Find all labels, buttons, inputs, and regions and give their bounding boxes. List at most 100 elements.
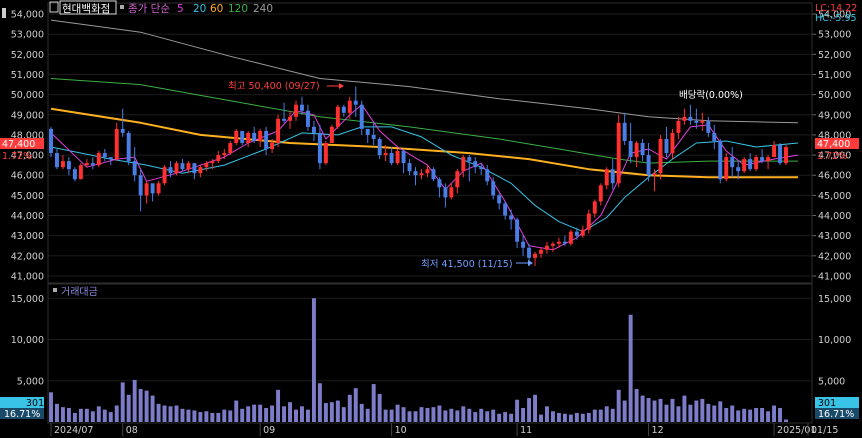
volume-bar xyxy=(198,412,203,422)
volume-bar xyxy=(598,409,603,422)
volume-current-left: 301 16.71% xyxy=(0,397,44,420)
volume-bar xyxy=(55,403,59,422)
volume-pct-right: 16.71% xyxy=(818,409,854,420)
side-bar-icon[interactable] xyxy=(2,8,6,18)
price-tick-right: 44,000 xyxy=(818,211,851,222)
candle xyxy=(72,167,77,182)
volume-bar xyxy=(300,406,304,422)
ticker-name: 현대백화점 xyxy=(62,3,110,15)
price-tick-left: 42,000 xyxy=(11,251,44,262)
candle xyxy=(568,229,573,246)
volume-bar xyxy=(664,404,669,422)
date-label: 10 xyxy=(395,425,407,436)
price-tick-right: 45,000 xyxy=(818,191,851,202)
volume-bar xyxy=(718,401,723,422)
volume-bar xyxy=(652,400,657,422)
volume-bar xyxy=(539,414,543,422)
candle xyxy=(329,124,334,143)
volume-bar xyxy=(222,409,227,422)
volume-bar xyxy=(174,405,179,422)
ma-period-5: 5 xyxy=(177,3,184,15)
candle xyxy=(174,161,179,176)
volume-bar xyxy=(120,382,125,422)
price-tick-right: 52,000 xyxy=(818,50,851,61)
volume-bar xyxy=(556,412,561,422)
volume-bar xyxy=(431,407,436,422)
stock-chart[interactable]: 54,00053,00052,00051,00050,00049,00048,0… xyxy=(0,0,862,438)
volume-bar xyxy=(562,413,567,422)
volume-bar xyxy=(359,403,364,422)
price-tick-left: 52,000 xyxy=(11,50,44,61)
volume-bar xyxy=(329,402,334,422)
volume-bar xyxy=(455,410,460,422)
candle xyxy=(162,165,167,186)
candle xyxy=(49,126,53,158)
price-tick-left: 50,000 xyxy=(11,90,44,101)
price-tick-right: 53,000 xyxy=(818,30,851,41)
volume-title: 거래대금 xyxy=(61,286,98,298)
volume-bar xyxy=(640,395,645,422)
volume-bar xyxy=(658,398,663,422)
volume-bar xyxy=(162,405,167,422)
volume-bar xyxy=(401,407,406,422)
candle xyxy=(754,155,759,172)
candle xyxy=(742,157,747,174)
volume-bar xyxy=(545,406,549,422)
volume-bar xyxy=(204,411,209,422)
volume-bar xyxy=(84,408,89,422)
volume-bar xyxy=(102,409,107,422)
volume-bar xyxy=(778,407,782,422)
volume-bar xyxy=(389,409,394,422)
volume-bar xyxy=(234,400,239,422)
volume-bar xyxy=(610,408,615,422)
volume-bar xyxy=(341,407,346,422)
price-tick-right: 42,000 xyxy=(818,251,851,262)
price-tick-right: 51,000 xyxy=(818,70,851,81)
volume-bar xyxy=(574,412,579,422)
volume-bar xyxy=(760,407,765,422)
volume-bar xyxy=(276,389,281,422)
volume-bar xyxy=(126,394,131,422)
volume-bar xyxy=(688,404,693,422)
volume-bullet-icon xyxy=(53,288,57,292)
volume-bar xyxy=(264,407,269,422)
date-label: 08 xyxy=(126,425,138,436)
volume-bar xyxy=(568,414,573,422)
price-tick-right: 41,000 xyxy=(818,271,851,282)
volume-bar xyxy=(66,407,71,422)
candle xyxy=(276,114,281,148)
candle xyxy=(78,163,83,180)
high-change-label: HC:-5.95 xyxy=(815,13,857,24)
volume-bar xyxy=(533,394,537,422)
date-label: 2024/07 xyxy=(54,425,93,436)
volume-bar xyxy=(144,390,149,422)
ma-period-60: 60 xyxy=(210,3,223,15)
volume-bar xyxy=(305,409,310,422)
candle xyxy=(395,149,400,166)
current-pct-right: 1.72% xyxy=(817,151,847,162)
volume-tick-right: 10,000 xyxy=(818,335,851,346)
volume-bar xyxy=(616,389,621,422)
date-label: 12 xyxy=(652,425,664,436)
candle xyxy=(234,128,239,145)
candle xyxy=(778,142,782,166)
volume-value-right: 301 xyxy=(818,398,836,409)
volume-bar xyxy=(580,413,585,422)
volume-bar xyxy=(521,407,526,422)
volume-bar xyxy=(772,405,777,422)
volume-bar xyxy=(682,395,687,422)
candle xyxy=(718,138,723,184)
volume-bar xyxy=(742,408,747,422)
volume-bar xyxy=(228,410,233,422)
candle xyxy=(240,130,245,145)
volume-bar xyxy=(186,409,191,422)
candle xyxy=(228,140,233,156)
volume-bar xyxy=(646,398,651,422)
volume-bar xyxy=(371,384,376,422)
volume-bar xyxy=(282,406,287,422)
price-tick-left: 51,000 xyxy=(11,70,44,81)
volume-bar xyxy=(515,399,520,422)
volume-bar xyxy=(592,409,597,422)
volume-bar xyxy=(497,413,502,422)
volume-bar xyxy=(353,388,358,422)
